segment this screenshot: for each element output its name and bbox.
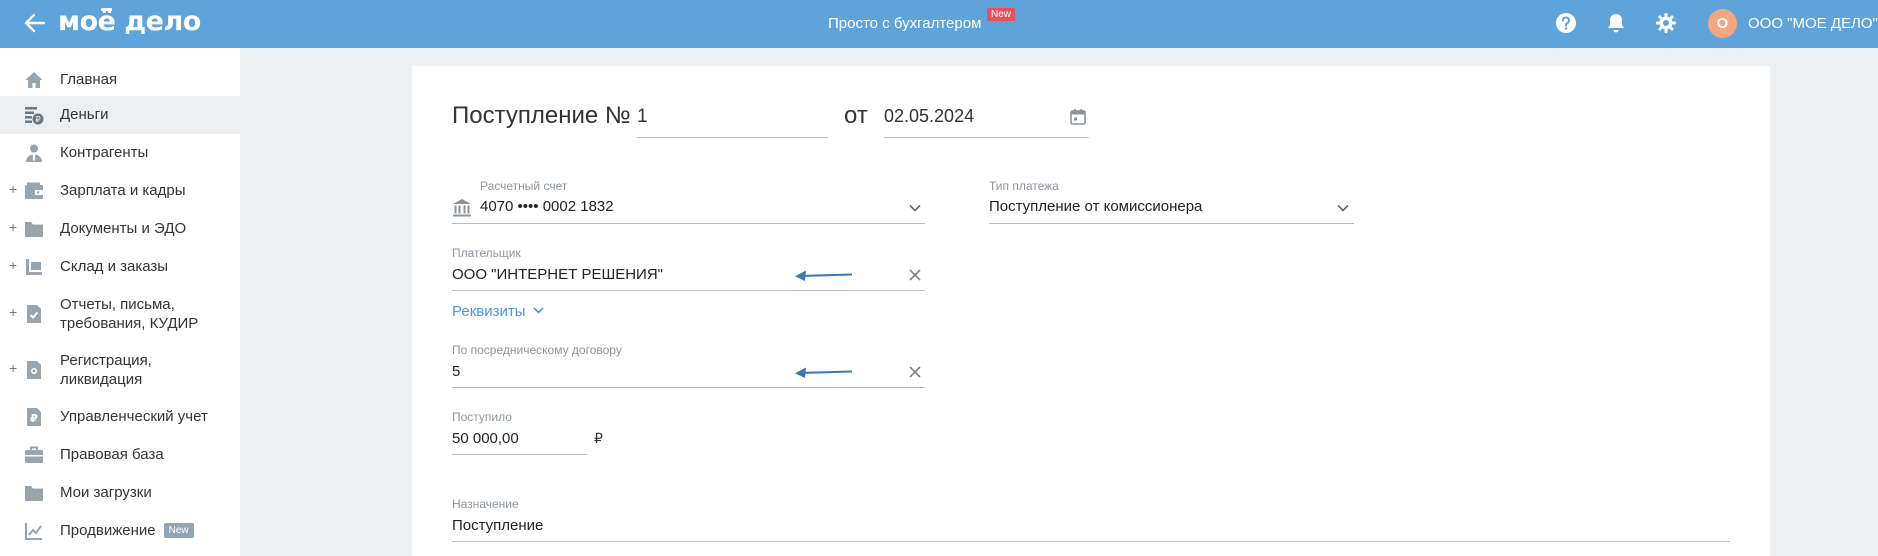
sidebar-item-promotion[interactable]: Продвижение New — [0, 512, 240, 550]
payer-label: Плательщик — [452, 246, 521, 260]
payment-type-label: Тип платежа — [989, 179, 1059, 193]
sidebar-item-management[interactable]: ₽ Управленческий учет — [0, 398, 240, 436]
svg-text:₽: ₽ — [30, 412, 38, 425]
sidebar-item-label: Отчеты, письма, требования, КУДИР — [60, 296, 199, 332]
contractor-icon — [26, 144, 42, 162]
number-underline — [637, 137, 828, 138]
details-link[interactable]: Реквизиты — [452, 303, 544, 320]
logo[interactable]: моё дело — [58, 6, 201, 37]
report-icon — [27, 305, 41, 323]
expand-plus-icon[interactable]: + — [9, 360, 17, 376]
payer-underline — [452, 290, 925, 291]
sidebar-item-salary[interactable]: + Зарплата и кадры — [0, 172, 240, 210]
ruble-doc-icon: ₽ — [27, 408, 41, 426]
date-input[interactable]: 02.05.2024 — [884, 106, 974, 127]
sidebar-item-contractors[interactable]: Контрагенты — [0, 134, 240, 172]
sidebar-item-money[interactable]: ₽ Деньги — [0, 96, 240, 134]
svg-text:₽: ₽ — [35, 115, 40, 124]
sidebar-item-downloads[interactable]: Мои загрузки — [0, 474, 240, 512]
amount-underline — [452, 454, 587, 455]
annotation-arrow-icon — [795, 270, 853, 281]
new-badge: New — [987, 8, 1016, 21]
sidebar: Главная ₽ Деньги Контрагенты + Зарплата … — [0, 48, 240, 556]
bank-icon — [453, 199, 471, 217]
warehouse-icon — [26, 259, 42, 275]
accountant-link[interactable]: Просто с бухгалтером — [828, 15, 981, 32]
expand-plus-icon[interactable]: + — [9, 304, 17, 320]
account-label: Расчетный счет — [480, 179, 568, 193]
sidebar-item-label: Управленческий учет — [60, 408, 208, 425]
expand-plus-icon[interactable]: + — [9, 257, 17, 273]
calendar-icon[interactable] — [1069, 108, 1087, 126]
new-badge: New — [163, 523, 194, 538]
clear-icon[interactable] — [908, 365, 922, 379]
chevron-down-icon[interactable] — [1337, 204, 1349, 212]
sidebar-item-label: Склад и заказы — [60, 258, 169, 275]
sidebar-item-label: Деньги — [60, 106, 109, 123]
folder-icon — [25, 222, 43, 237]
money-icon: ₽ — [25, 107, 44, 125]
contract-input[interactable]: 5 — [452, 363, 460, 380]
help-icon[interactable] — [1555, 12, 1577, 34]
back-arrow-icon[interactable] — [22, 10, 48, 36]
purpose-underline — [452, 541, 1730, 542]
account-select[interactable]: 4070 •••• 0002 1832 — [480, 198, 614, 215]
top-bar: моё дело Просто с бухгалтером New О ООО … — [0, 0, 1878, 48]
avatar[interactable]: О — [1708, 9, 1737, 38]
organization-name[interactable]: ООО "МОЕ ДЕЛО" — [1748, 15, 1878, 32]
home-icon — [25, 72, 43, 88]
sidebar-item-label: Правовая база — [60, 446, 164, 463]
sidebar-item-legal[interactable]: Правовая база — [0, 436, 240, 474]
date-underline — [884, 137, 1089, 138]
document-number-input[interactable]: 1 — [637, 106, 648, 128]
briefcase-icon — [25, 446, 43, 463]
sidebar-item-documents[interactable]: + Документы и ЭДО — [0, 210, 240, 248]
payment-type-select[interactable]: Поступление от комиссионера — [989, 198, 1202, 215]
contract-underline — [452, 387, 925, 388]
logo-accent — [101, 8, 112, 11]
bell-icon[interactable] — [1605, 12, 1627, 34]
chevron-down-icon — [533, 307, 544, 314]
sidebar-item-label: Продвижение New — [60, 521, 194, 540]
contract-label: По посредническому договору — [452, 343, 622, 357]
account-underline — [452, 223, 925, 224]
registration-icon — [27, 361, 41, 379]
sidebar-item-label: Зарплата и кадры — [60, 182, 186, 199]
expand-plus-icon[interactable]: + — [9, 181, 17, 197]
gear-icon[interactable] — [1655, 12, 1677, 34]
sidebar-item-home[interactable]: Главная — [0, 63, 240, 96]
date-prefix: от — [844, 102, 868, 129]
annotation-arrow-icon — [795, 367, 853, 378]
clear-icon[interactable] — [908, 268, 922, 282]
purpose-label: Назначение — [452, 497, 519, 511]
expand-plus-icon[interactable]: + — [9, 219, 17, 235]
sidebar-item-label: Документы и ЭДО — [60, 220, 187, 237]
payment-type-underline — [989, 223, 1354, 224]
payer-input[interactable]: ООО "ИНТЕРНЕТ РЕШЕНИЯ" — [452, 266, 663, 283]
chevron-down-icon[interactable] — [909, 204, 921, 212]
sidebar-item-label: Главная — [60, 71, 118, 88]
sidebar-item-label: Регистрация, ликвидация — [60, 352, 152, 388]
sidebar-item-registration[interactable]: + Регистрация, ликвидация — [0, 342, 240, 398]
purpose-input[interactable]: Поступление — [452, 517, 543, 534]
payment-form-card — [412, 66, 1770, 556]
sidebar-item-label: Мои загрузки — [60, 484, 152, 501]
folder-icon — [25, 486, 43, 501]
growth-chart-icon — [25, 523, 42, 540]
page-title: Поступление № — [452, 102, 631, 129]
sidebar-item-label: Контрагенты — [60, 144, 149, 161]
currency-sign: ₽ — [594, 430, 603, 446]
amount-label: Поступило — [452, 410, 512, 424]
amount-input[interactable]: 50 000,00 — [452, 430, 519, 447]
sidebar-item-reports[interactable]: + Отчеты, письма, требования, КУДИР — [0, 286, 240, 342]
wallet-icon — [25, 182, 43, 199]
sidebar-item-warehouse[interactable]: + Склад и заказы — [0, 248, 240, 286]
